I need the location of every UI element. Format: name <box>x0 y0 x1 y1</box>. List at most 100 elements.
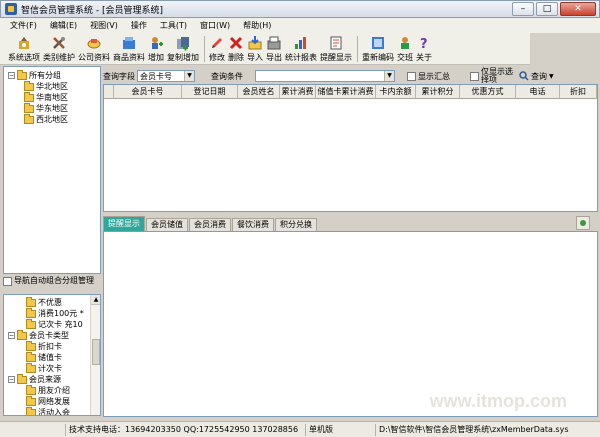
folder-icon <box>26 340 36 351</box>
tree-node[interactable]: 不优惠 <box>26 296 62 308</box>
close-button[interactable]: ✕ <box>560 2 596 16</box>
tool-statistics-report[interactable]: 统计报表 <box>285 33 317 63</box>
folder-icon <box>24 102 34 113</box>
maximize-button[interactable]: □ <box>536 2 558 16</box>
tool-system-options[interactable]: 系统选项 <box>8 33 40 63</box>
edit-icon <box>212 38 222 48</box>
column-header[interactable]: 登记日期 <box>182 85 238 99</box>
column-header[interactable]: 储值卡累计消费 <box>316 85 376 99</box>
member-grid: 会员卡号 登记日期 会员姓名 累计消费 储值卡累计消费 卡内余额 累计积分 优惠… <box>103 84 598 212</box>
folder-icon <box>26 351 36 362</box>
scroll-thumb[interactable] <box>92 339 100 365</box>
category-tree-scrollbar[interactable]: ▲ <box>90 295 100 415</box>
column-header[interactable]: 会员卡号 <box>114 85 182 99</box>
menu-file[interactable]: 文件(F) <box>10 20 37 31</box>
tree-node[interactable]: 活动入会 <box>26 406 70 415</box>
show-selected-checkbox[interactable] <box>470 71 479 81</box>
svg-text:?: ? <box>420 37 428 51</box>
show-selected-label: 仅显示选择项 <box>481 67 513 84</box>
auto-group-checkbox[interactable] <box>3 277 12 286</box>
column-header[interactable]: 会员姓名 <box>238 85 280 99</box>
column-header[interactable]: 折扣 <box>560 85 597 99</box>
column-header[interactable]: 优惠方式 <box>460 85 516 99</box>
menu-bar: 文件(F) 编辑(E) 视图(V) 操作 工具(T) 窗口(W) 帮助(H) <box>0 18 600 33</box>
statistics-report-icon <box>295 37 306 49</box>
chevron-down-icon: ▼ <box>184 71 194 81</box>
tree-node-northwest[interactable]: 西北地区 <box>24 113 68 125</box>
tool-category-maintenance[interactable]: 类别维护 <box>43 33 75 63</box>
export-icon <box>267 36 281 50</box>
menu-view[interactable]: 视图(V) <box>90 20 118 31</box>
tree-node[interactable]: 储值卡 <box>26 351 62 363</box>
tool-product-info[interactable]: 商品资料 <box>113 33 145 63</box>
folder-icon <box>24 113 34 124</box>
folder-icon <box>26 384 36 395</box>
scroll-up-icon[interactable]: ▲ <box>91 295 100 305</box>
help-about-icon: ? <box>420 37 428 51</box>
tree-node-east[interactable]: 华东地区 <box>24 102 68 114</box>
recode-icon <box>372 37 384 49</box>
tool-about[interactable]: ? 关于 <box>416 33 432 63</box>
tree-node-root[interactable]: − 所有分组 <box>8 69 61 81</box>
tree-node[interactable]: 网络发展 <box>26 395 70 407</box>
menu-operate[interactable]: 操作 <box>131 20 147 31</box>
menu-help[interactable]: 帮助(H) <box>243 20 271 31</box>
tree-node[interactable]: 折扣卡 <box>26 340 62 352</box>
tool-shift-handover[interactable]: 交班 <box>397 33 413 63</box>
refresh-icon[interactable] <box>576 216 590 230</box>
window-title: 智信会员管理系统 - [会员管理系统] <box>21 5 163 16</box>
add-icon <box>152 37 163 49</box>
auto-group-option[interactable]: 导航自动组合分组管理 <box>3 277 101 293</box>
column-header[interactable]: 累计消费 <box>280 85 316 99</box>
collapse-icon[interactable]: − <box>8 332 15 339</box>
tab-member-consumption[interactable]: 会员消费 <box>189 218 231 231</box>
query-button[interactable]: 查询 ▼ <box>519 71 554 82</box>
status-path: D:\智信软件\智信会员管理系统\zxMemberData.sys <box>379 424 569 434</box>
watermark: www.itmop.com <box>429 391 567 411</box>
title-bar: 智信会员管理系统 - [会员管理系统] – □ ✕ <box>0 0 600 18</box>
column-header[interactable]: 卡内余额 <box>376 85 416 99</box>
tool-company-info[interactable]: 公司资料 <box>78 33 110 63</box>
tool-add[interactable]: 增加 <box>148 33 164 63</box>
tool-copy-add[interactable]: 复制增加 <box>167 33 199 63</box>
tool-import[interactable]: 导入 <box>247 33 263 63</box>
minimize-button[interactable]: – <box>512 2 534 16</box>
folder-icon <box>24 80 34 91</box>
tree-node-south[interactable]: 华南地区 <box>24 91 68 103</box>
tree-node[interactable]: 记次卡 充10 <box>26 318 83 330</box>
tree-node-north[interactable]: 华北地区 <box>24 80 68 92</box>
collapse-icon[interactable]: − <box>8 72 15 79</box>
collapse-icon[interactable]: − <box>8 376 15 383</box>
tree-node[interactable]: − 会员来源 <box>8 373 61 385</box>
tab-member-deposit[interactable]: 会员储值 <box>146 218 188 231</box>
category-tree: 不优惠 消费100元 * 记次卡 充10 − 会员卡类型 折扣卡 储值卡 计次卡 … <box>3 294 101 416</box>
tool-edit[interactable]: 修改 <box>209 33 225 63</box>
folder-icon <box>26 307 36 318</box>
folder-icon <box>17 329 27 340</box>
tree-node[interactable]: 消费100元 * <box>26 307 84 319</box>
tool-delete[interactable]: 删除 <box>228 33 244 63</box>
tool-reminder[interactable]: 提醒显示 <box>320 33 352 63</box>
tree-node[interactable]: 计次卡 <box>26 362 62 374</box>
row-selector-header <box>104 85 114 99</box>
menu-window[interactable]: 窗口(W) <box>200 20 230 31</box>
tab-points-redeem[interactable]: 积分兑换 <box>275 218 317 231</box>
folder-icon <box>26 395 36 406</box>
tool-export[interactable]: 导出 <box>266 33 282 63</box>
window-controls: – □ ✕ <box>512 2 596 16</box>
tool-recode[interactable]: 重新编码 <box>362 33 394 63</box>
menu-edit[interactable]: 编辑(E) <box>50 20 77 31</box>
column-header[interactable]: 累计积分 <box>416 85 460 99</box>
query-condition-select[interactable]: ▼ <box>255 70 395 82</box>
tab-reminder[interactable]: 提醒显示 <box>103 216 145 231</box>
auto-group-label: 导航自动组合分组管理 <box>14 276 94 285</box>
menu-tools[interactable]: 工具(T) <box>160 20 187 31</box>
column-header[interactable]: 电话 <box>516 85 560 99</box>
import-icon <box>248 36 262 50</box>
tab-dining-consumption[interactable]: 餐饮消费 <box>232 218 274 231</box>
tree-node[interactable]: − 会员卡类型 <box>8 329 69 341</box>
query-field-select[interactable]: 会员卡号 ▼ <box>137 70 195 82</box>
status-blank <box>0 423 66 436</box>
tree-node[interactable]: 朋友介绍 <box>26 384 70 396</box>
show-summary-checkbox[interactable] <box>407 71 416 81</box>
